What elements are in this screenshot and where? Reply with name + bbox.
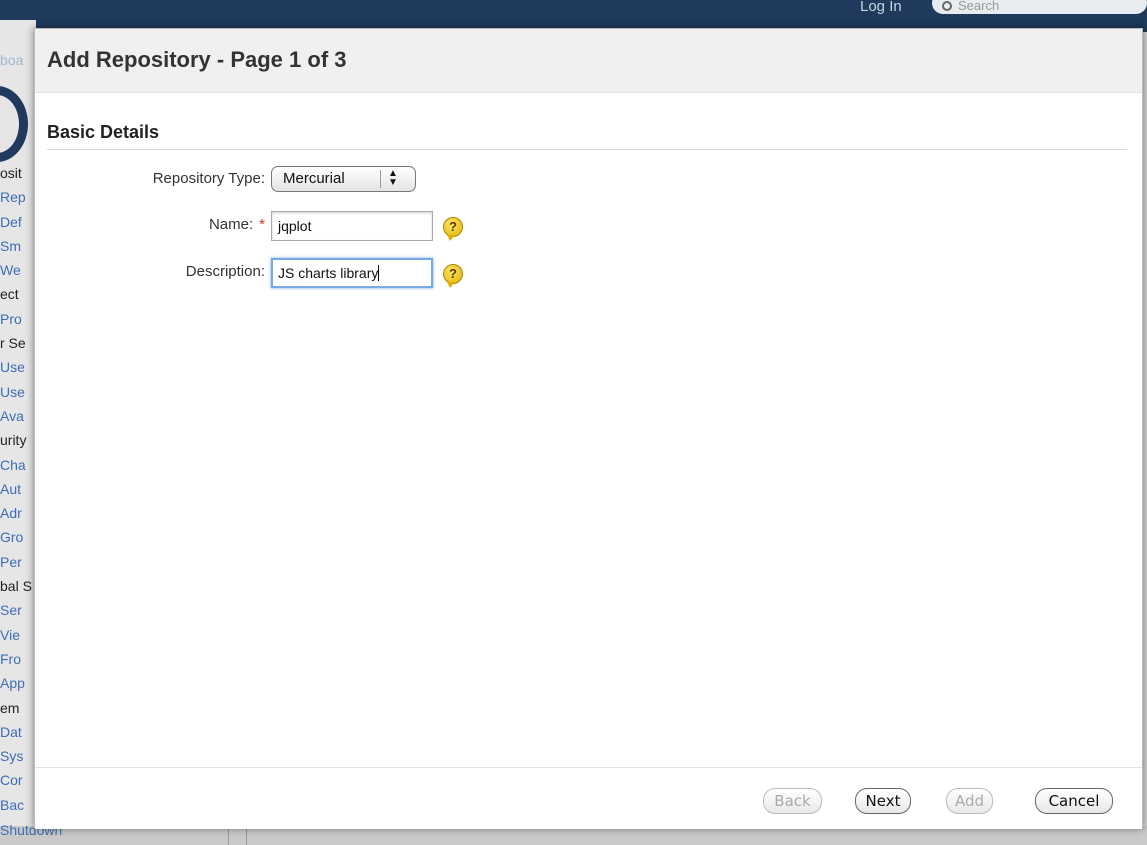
sidebar-nav-item[interactable]: Aut — [0, 478, 36, 502]
select-divider — [380, 170, 381, 188]
description-row: Description: JS charts library ? — [35, 258, 635, 288]
dialog-title: Add Repository - Page 1 of 3 — [47, 47, 347, 72]
help-icon[interactable]: ? — [443, 264, 463, 288]
sidebar-nav-item[interactable]: Fro — [0, 648, 36, 672]
sidebar-nav-item[interactable]: Pro — [0, 308, 36, 332]
description-input-value: JS charts library — [278, 265, 379, 281]
repository-type-label: Repository Type: — [152, 170, 265, 187]
dialog-header: Add Repository - Page 1 of 3 — [35, 29, 1142, 93]
sidebar-nav-item[interactable]: Cor — [0, 769, 36, 793]
sidebar-nav-item[interactable]: Ava — [0, 405, 36, 429]
name-label: Name: * — [209, 216, 265, 233]
sidebar-nav-item[interactable]: Rep — [0, 186, 36, 210]
sidebar-nav-item[interactable]: Use — [0, 356, 36, 380]
sidebar-nav-item: bal S — [0, 578, 32, 595]
dashboard-link[interactable]: boa — [0, 52, 23, 68]
sidebar-nav-item[interactable]: Dat — [0, 721, 36, 745]
help-icon[interactable]: ? — [443, 217, 463, 241]
cancel-button[interactable]: Cancel — [1035, 788, 1113, 814]
sidebar-nav-item[interactable]: Sm — [0, 235, 36, 259]
repository-type-value: Mercurial — [283, 170, 345, 187]
name-row: Name: * jqplot ? — [35, 211, 635, 241]
repository-type-select[interactable]: Mercurial ▲ ▼ — [271, 166, 416, 192]
sidebar-nav-item: urity — [0, 432, 27, 449]
back-button[interactable]: Back — [763, 788, 822, 814]
required-indicator: * — [259, 216, 265, 233]
search-icon — [942, 1, 952, 11]
section-title: Basic Details — [47, 122, 160, 142]
sidebar-nav-item[interactable]: Vie — [0, 624, 36, 648]
add-repository-dialog: Add Repository - Page 1 of 3 Basic Detai… — [34, 28, 1143, 829]
sidebar-nav-item[interactable]: Gro — [0, 526, 36, 550]
background-sidebar: boa osit Rep Def Sm We ect Pro r Se Use Use Ava uri… — [0, 20, 36, 845]
search-placeholder: Search — [958, 0, 1000, 13]
sidebar-nav: osit Rep Def Sm We ect Pro r Se Use Use Ava urity Ch… — [0, 162, 36, 818]
next-button[interactable]: Next — [855, 788, 911, 814]
description-input[interactable]: JS charts library — [271, 258, 433, 288]
sidebar-nav-item[interactable]: Ser — [0, 599, 36, 623]
sidebar-nav-item[interactable]: App — [0, 672, 36, 696]
select-arrows-icon: ▲ ▼ — [388, 168, 398, 188]
repository-type-row: Repository Type: Mercurial ▲ ▼ — [35, 165, 635, 195]
sidebar-nav-item[interactable]: Bac — [0, 794, 36, 818]
search-input[interactable]: Search — [932, 0, 1147, 14]
sidebar-nav-item[interactable]: Def — [0, 211, 36, 235]
sidebar-nav-item[interactable]: We — [0, 259, 36, 283]
sidebar-nav-item[interactable]: Use — [0, 381, 36, 405]
name-input[interactable]: jqplot — [271, 211, 433, 241]
sidebar-nav-item[interactable]: Adr — [0, 502, 36, 526]
dialog-footer: Back Next Add Cancel — [35, 767, 1142, 829]
description-label: Description: — [185, 263, 265, 280]
sidebar-nav-item[interactable]: Cha — [0, 454, 36, 478]
section-divider — [47, 149, 1127, 150]
add-button[interactable]: Add — [946, 788, 993, 814]
login-link[interactable]: Log In — [860, 0, 902, 15]
text-caret — [378, 265, 380, 281]
sidebar-nav-item: osit — [0, 165, 22, 181]
sidebar-nav-item: em — [0, 699, 20, 716]
sidebar-nav-item[interactable]: Sys — [0, 745, 36, 769]
sidebar-nav-item: ect — [0, 286, 19, 303]
logo — [0, 86, 28, 162]
sidebar-nav-item[interactable]: Per — [0, 551, 36, 575]
sidebar-nav-item: r Se — [0, 335, 26, 352]
name-label-text: Name: — [208, 216, 254, 233]
name-input-value: jqplot — [278, 218, 312, 234]
